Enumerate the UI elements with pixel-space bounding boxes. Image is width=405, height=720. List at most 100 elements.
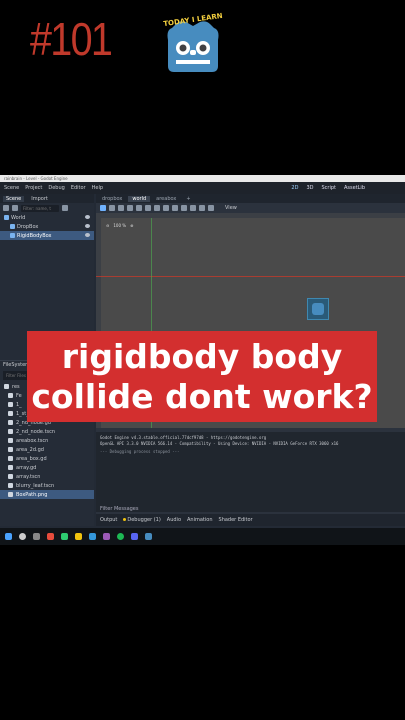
caption-line-2: collide dont work? xyxy=(31,376,373,416)
search-icon[interactable] xyxy=(62,205,68,211)
workspace-2d[interactable]: 2D xyxy=(291,185,298,191)
canvas-toolbar: View xyxy=(96,203,405,213)
select-tool-icon[interactable] xyxy=(100,205,106,211)
scale-tool-icon[interactable] xyxy=(127,205,133,211)
list-item[interactable]: 2_nd_node.tscn xyxy=(0,427,94,436)
edge-icon[interactable] xyxy=(89,533,96,540)
move-tool-icon[interactable] xyxy=(109,205,115,211)
list-item[interactable]: blurry_leaf.tscn xyxy=(0,481,94,490)
workspace-switcher: 2D 3D Script AssetLib xyxy=(291,185,405,191)
list-item[interactable]: array.gd xyxy=(0,463,94,472)
list-item[interactable]: area_box.gd xyxy=(0,454,94,463)
tree-node-world[interactable]: World xyxy=(0,213,94,222)
script-file-icon xyxy=(8,465,13,470)
script-file-icon xyxy=(8,447,13,452)
godot-taskbar-icon[interactable] xyxy=(145,533,152,540)
tree-node-dropbox[interactable]: DropBox xyxy=(0,222,94,231)
zoom-controls: ⊖ 100 % ⊕ xyxy=(106,223,133,228)
workspace-3d[interactable]: 3D xyxy=(306,185,313,191)
list-item[interactable]: area_2d.gd xyxy=(0,445,94,454)
tab-dropbox[interactable]: dropbox xyxy=(98,196,126,202)
scene-dock-tabs: Scene Import xyxy=(0,194,94,203)
tab-scene[interactable]: Scene xyxy=(3,195,25,202)
output-line: OpenGL API 3.3.0 NVIDIA 566.14 - Compati… xyxy=(100,441,339,446)
rotate-tool-icon[interactable] xyxy=(118,205,124,211)
node2d-icon xyxy=(4,215,9,220)
view-menu[interactable]: View xyxy=(225,205,237,211)
folder-icon xyxy=(4,384,9,389)
workspace-assetlib[interactable]: AssetLib xyxy=(344,185,365,191)
zoom-in-icon[interactable]: ⊕ xyxy=(130,223,133,228)
zoom-level[interactable]: 100 % xyxy=(113,223,126,228)
tab-output[interactable]: Output xyxy=(100,517,117,523)
chrome-icon[interactable] xyxy=(47,533,54,540)
scene-file-icon xyxy=(8,438,13,443)
list-item[interactable]: array.tscn xyxy=(0,472,94,481)
tree-node-label: World xyxy=(11,214,26,221)
tab-animation[interactable]: Animation xyxy=(187,517,213,523)
grid-icon[interactable] xyxy=(181,205,187,211)
lock-icon[interactable] xyxy=(190,205,196,211)
caption-banner: rigidbody body collide dont work? xyxy=(27,331,377,422)
scene-file-icon xyxy=(8,429,13,434)
zoom-out-icon[interactable]: ⊖ xyxy=(106,223,109,228)
scene-file-icon xyxy=(8,411,13,416)
folder-icon[interactable] xyxy=(75,533,82,540)
tab-world[interactable]: world xyxy=(128,195,151,202)
scene-filter-input[interactable]: Filter: name, t xyxy=(21,204,59,212)
snap-icon[interactable] xyxy=(172,205,178,211)
add-node-icon[interactable] xyxy=(3,205,9,211)
godot-icon-sprite xyxy=(312,303,324,315)
pivot-tool-icon[interactable] xyxy=(145,205,151,211)
scene-dock-toolbar: Filter: name, t xyxy=(0,203,94,213)
menu-project[interactable]: Project xyxy=(25,185,42,191)
caption-line-1: rigidbody body xyxy=(61,336,343,376)
app-icon[interactable] xyxy=(61,533,68,540)
warning-dot-icon xyxy=(123,518,127,521)
visibility-icon[interactable] xyxy=(85,215,90,219)
add-tab-icon[interactable]: + xyxy=(182,196,194,202)
x-axis-line xyxy=(96,276,405,277)
list-item[interactable]: BoxPath.png xyxy=(0,490,94,499)
pan-tool-icon[interactable] xyxy=(154,205,160,211)
spotify-icon[interactable] xyxy=(117,533,124,540)
script-file-icon xyxy=(8,456,13,461)
rigidbody-box-sprite[interactable] xyxy=(307,298,329,320)
episode-number: #101 xyxy=(30,13,113,65)
node-icon xyxy=(10,224,15,229)
app-icon[interactable] xyxy=(103,533,110,540)
search-icon[interactable] xyxy=(19,533,26,540)
discord-icon[interactable] xyxy=(131,533,138,540)
tree-node-rigidbodybox[interactable]: RigidBodyBox xyxy=(0,231,94,240)
bottom-panel-tabs: Output Debugger (1) Audio Animation Shad… xyxy=(96,514,405,526)
workspace-script[interactable]: Script xyxy=(321,185,336,191)
menu-editor[interactable]: Editor xyxy=(71,185,86,191)
horizontal-ruler xyxy=(96,213,405,218)
windows-taskbar xyxy=(0,528,405,545)
visibility-icon[interactable] xyxy=(85,224,90,228)
task-view-icon[interactable] xyxy=(33,533,40,540)
filter-messages-input[interactable]: Filter Messages xyxy=(96,506,139,512)
scene-tabs: dropbox world areabox + xyxy=(96,194,405,203)
tab-audio[interactable]: Audio xyxy=(167,517,181,523)
link-icon[interactable] xyxy=(12,205,18,211)
tab-areabox[interactable]: areabox xyxy=(152,196,180,202)
output-panel: Godot Engine v4.3.stable.official.77dcf9… xyxy=(96,432,405,512)
window-title: rainbrain - Level - Godot Engine xyxy=(0,175,405,182)
ruler-tool-icon[interactable] xyxy=(163,205,169,211)
windows-start-icon[interactable] xyxy=(5,533,12,540)
script-file-icon xyxy=(8,420,13,425)
tab-debugger[interactable]: Debugger (1) xyxy=(123,517,161,523)
menu-help[interactable]: Help xyxy=(92,185,103,191)
list-item[interactable]: areabox.tscn xyxy=(0,436,94,445)
tab-import[interactable]: Import xyxy=(28,196,51,202)
tab-shader-editor[interactable]: Shader Editor xyxy=(219,517,253,523)
folder-icon xyxy=(8,393,13,398)
list-select-icon[interactable] xyxy=(136,205,142,211)
rigidbody-icon xyxy=(10,233,15,238)
menu-debug[interactable]: Debug xyxy=(48,185,64,191)
visibility-icon[interactable] xyxy=(85,233,90,237)
skeleton-icon[interactable] xyxy=(208,205,214,211)
group-icon[interactable] xyxy=(199,205,205,211)
menu-scene[interactable]: Scene xyxy=(4,185,19,191)
